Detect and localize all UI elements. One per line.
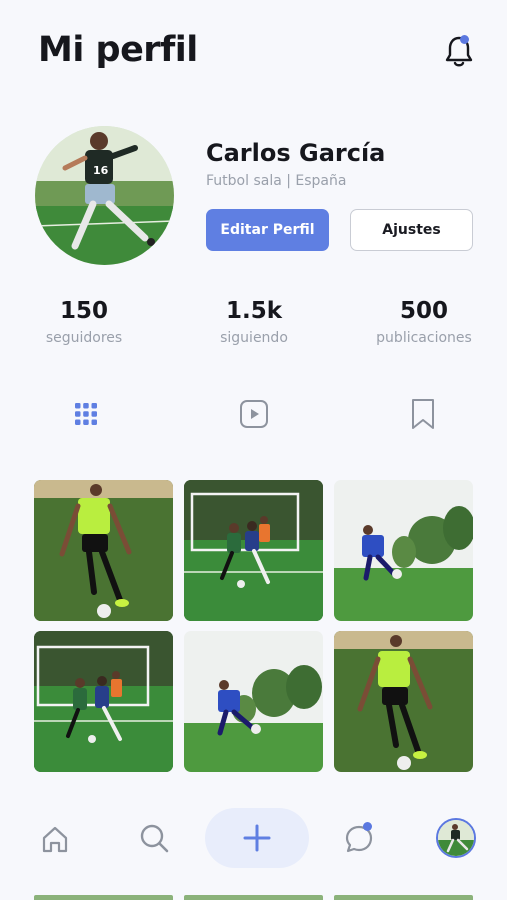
plus-icon [243,824,271,852]
photo-thumbnail[interactable] [34,631,173,772]
stat-label: publicaciones [376,330,472,346]
bookmark-icon [412,399,434,429]
profile-avatar[interactable]: 16 [35,126,174,265]
search-icon[interactable] [137,821,171,855]
stat-posts[interactable]: 500 publicaciones [349,298,499,346]
stat-value: 500 [399,298,448,324]
grid-icon [75,403,97,425]
stat-label: siguiendo [220,330,288,346]
tab-saved[interactable] [405,396,441,432]
grid-peek [34,895,473,900]
photo-thumbnail[interactable] [184,480,323,621]
stat-label: seguidores [45,330,123,346]
profile-name: Carlos García [206,139,386,167]
tab-videos[interactable] [236,396,272,432]
photo-thumbnail[interactable] [34,480,173,621]
page-title: Mi perfil [38,30,198,70]
profile-subtitle: Futbol sala | España [206,173,347,189]
chat-notification-dot [363,822,372,831]
header: Mi perfil [0,0,507,110]
stat-following[interactable]: 1.5k siguiendo [179,298,329,346]
svg-text:16: 16 [93,164,109,177]
stat-value: 1.5k [225,298,283,324]
video-icon [240,400,268,428]
create-post-button[interactable] [205,808,309,868]
stat-followers[interactable]: 150 seguidores [9,298,159,346]
photo-thumbnail[interactable] [184,631,323,772]
settings-button[interactable]: Ajustes [350,209,473,251]
tab-grid[interactable] [68,396,104,432]
profile-nav-avatar[interactable] [436,818,476,858]
bell-icon[interactable] [443,34,475,70]
photo-thumbnail[interactable] [334,631,473,772]
stat-value: 150 [59,298,108,324]
bottom-navigation [0,788,507,900]
notification-dot [460,35,469,44]
home-icon[interactable] [38,822,72,856]
edit-profile-button[interactable]: Editar Perfil [206,209,329,251]
photo-thumbnail[interactable] [334,480,473,621]
